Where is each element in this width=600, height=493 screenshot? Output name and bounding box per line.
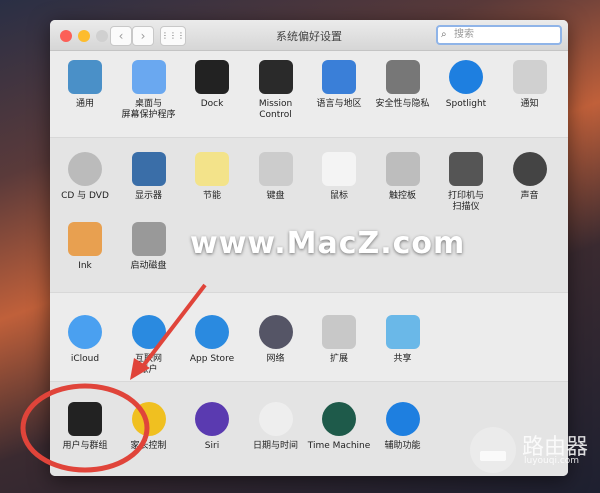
annotation-overlay — [20, 283, 207, 473]
highlight-circle — [20, 383, 150, 473]
arrow-line — [138, 283, 207, 372]
